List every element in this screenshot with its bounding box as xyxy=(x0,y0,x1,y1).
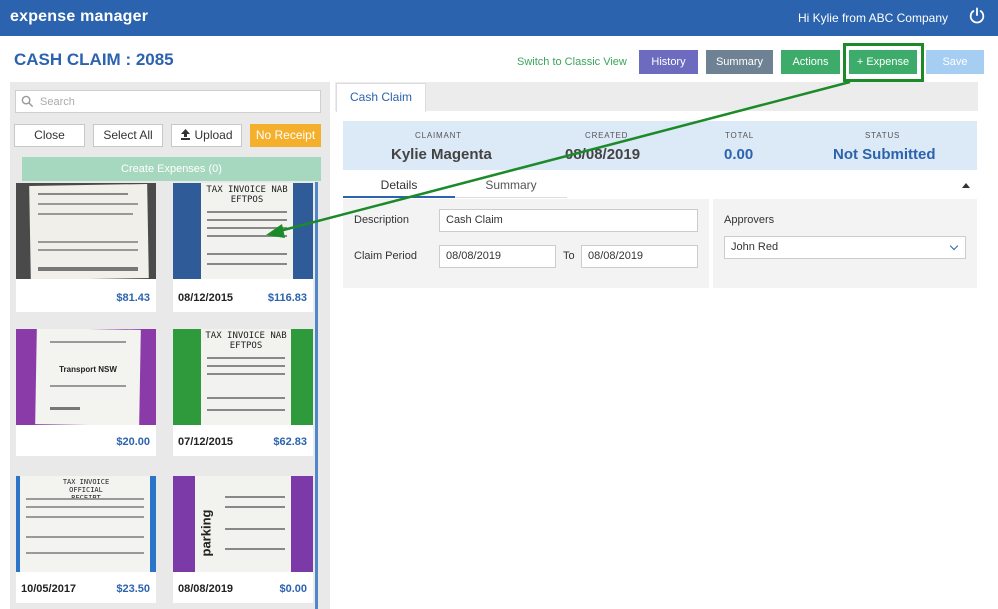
page-title: CASH CLAIM : 2085 xyxy=(14,50,174,69)
receipt-amount: $81.43 xyxy=(116,292,150,304)
receipt-header-text: TAX INVOICE NAB EFTPOS xyxy=(206,185,288,205)
receipt-amount: $0.00 xyxy=(279,583,307,595)
receipt-card[interactable]: $81.43 xyxy=(16,183,156,312)
receipt-amount: $20.00 xyxy=(116,436,150,448)
save-button[interactable]: Save xyxy=(926,50,984,74)
created-label: Created xyxy=(585,131,629,140)
actions-button[interactable]: Actions xyxy=(781,50,840,74)
close-button[interactable]: Close xyxy=(14,124,85,147)
description-label: Description xyxy=(354,214,410,226)
top-bar: expense manager Hi Kylie from ABC Compan… xyxy=(0,0,998,36)
period-from-input[interactable]: 08/08/2019 xyxy=(439,245,556,268)
app-logo[interactable]: expense manager xyxy=(10,8,148,26)
create-expenses-button[interactable]: Create Expenses (0) xyxy=(22,157,321,181)
scrollbar[interactable] xyxy=(315,182,318,609)
total-value: 0.00 xyxy=(724,146,754,163)
receipt-date: 10/05/2017 xyxy=(21,583,77,595)
upload-button[interactable]: Upload xyxy=(171,124,242,147)
receipt-thumbnail: TAX INVOICE OFFICIAL RECEIPT xyxy=(16,476,156,572)
receipt-card[interactable]: TAX INVOICE NAB EFTPOS 07/12/2015 $62.83 xyxy=(173,329,313,456)
no-receipt-button[interactable]: No Receipt xyxy=(250,124,321,147)
period-to-label: To xyxy=(563,250,575,262)
receipt-header-text: parking xyxy=(198,509,214,557)
power-icon[interactable] xyxy=(968,7,986,25)
collapse-icon[interactable] xyxy=(962,183,970,188)
receipt-thumbnail xyxy=(16,183,156,279)
tab-cash-claim[interactable]: Cash Claim xyxy=(336,83,426,112)
approver-value: John Red xyxy=(731,241,779,253)
history-button[interactable]: History xyxy=(639,50,698,74)
tab-strip xyxy=(335,82,978,111)
receipt-amount: $62.83 xyxy=(273,436,307,448)
receipt-thumbnail: TAX INVOICE NAB EFTPOS xyxy=(173,329,313,425)
switch-classic-view-link[interactable]: Switch to Classic View xyxy=(517,56,627,68)
receipt-date: 07/12/2015 xyxy=(178,436,234,448)
approvers-label: Approvers xyxy=(724,214,775,226)
receipt-amount: $116.83 xyxy=(267,292,307,304)
user-greeting: Hi Kylie from ABC Company xyxy=(797,11,948,25)
search-placeholder: Search xyxy=(40,96,75,108)
receipt-header-text: TAX INVOICE NAB EFTPOS xyxy=(205,331,287,351)
status-value: Not Submitted xyxy=(833,146,936,163)
claim-period-label: Claim Period xyxy=(354,250,417,262)
description-input[interactable]: Cash Claim xyxy=(439,209,698,232)
receipt-date: 08/08/2019 xyxy=(178,583,234,595)
claimant-label: Claimant xyxy=(415,131,462,140)
claimant-value: Kylie Magenta xyxy=(391,146,492,163)
subtab-details[interactable]: Details xyxy=(343,176,455,198)
receipt-card[interactable]: Transport NSW $20.00 xyxy=(16,329,156,456)
receipt-amount: $23.50 xyxy=(116,583,150,595)
receipt-thumbnail: TAX INVOICE NAB EFTPOS xyxy=(173,183,313,279)
upload-label: Upload xyxy=(194,128,233,142)
receipt-card[interactable]: parking 08/08/2019 $0.00 xyxy=(173,476,313,603)
search-input[interactable]: Search xyxy=(15,90,321,113)
summary-button[interactable]: Summary xyxy=(706,50,773,74)
upload-icon xyxy=(181,129,191,140)
chevron-down-icon xyxy=(949,241,959,251)
search-icon xyxy=(21,95,34,108)
approver-select[interactable]: John Red xyxy=(724,236,966,259)
period-to-input[interactable]: 08/08/2019 xyxy=(581,245,698,268)
receipt-card[interactable]: TAX INVOICE NAB EFTPOS 08/12/2015 $116.8… xyxy=(173,183,313,312)
highlight-box xyxy=(843,43,924,82)
subtab-summary[interactable]: Summary xyxy=(455,176,567,198)
status-label: Status xyxy=(865,131,901,140)
receipt-date: 08/12/2015 xyxy=(178,292,234,304)
receipt-card[interactable]: TAX INVOICE OFFICIAL RECEIPT 10/05/2017 … xyxy=(16,476,156,603)
receipt-header-text: Transport NSW xyxy=(59,365,117,374)
receipt-thumbnail: Transport NSW xyxy=(16,329,156,425)
select-all-button[interactable]: Select All xyxy=(93,124,163,147)
receipt-thumbnail: parking xyxy=(173,476,313,572)
created-value: 08/08/2019 xyxy=(565,146,641,163)
total-label: Total xyxy=(725,131,755,140)
